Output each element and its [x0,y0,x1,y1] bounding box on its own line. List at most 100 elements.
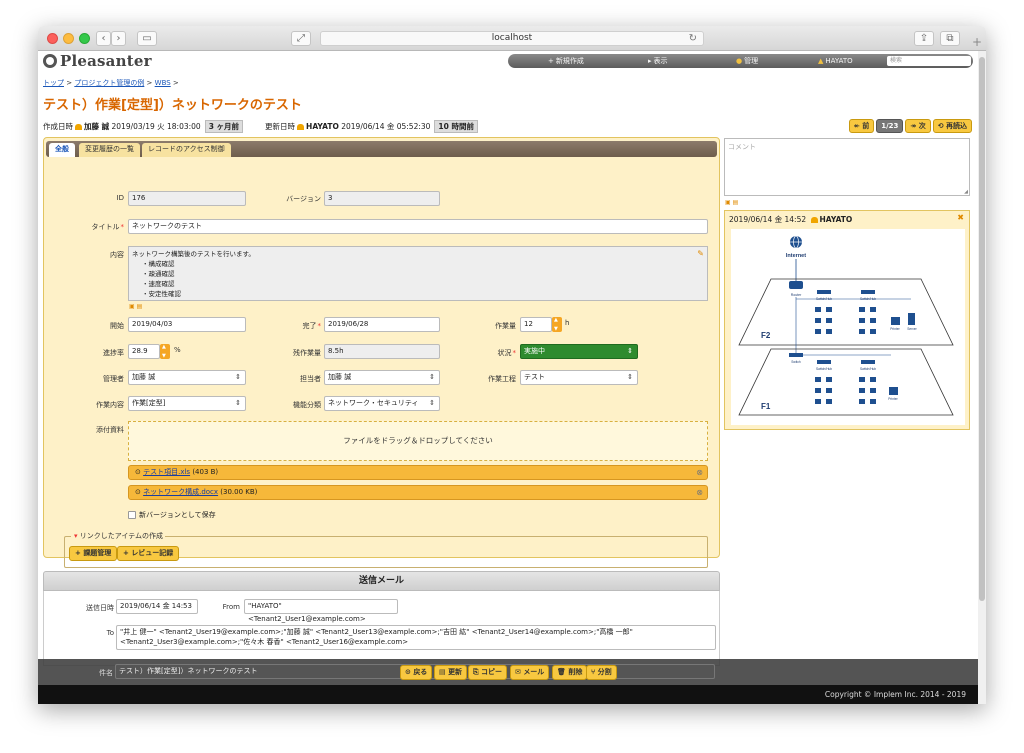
navbar: + 新規作成 ▸ 表示 ● 管理 ▲ HAYATO 検索 [508,54,973,68]
work-stepper[interactable] [552,317,562,332]
nav-user[interactable]: ▲ HAYATO [818,57,853,65]
title-input[interactable]: ネットワークのテスト [128,219,708,234]
nav-manage[interactable]: ● 管理 [736,56,758,66]
tab-strip: 全般 変更履歴の一覧 レコードのアクセス制御 [46,141,717,157]
tab-overview-icon[interactable]: ⤢ [291,31,311,46]
progress-unit: % [174,346,181,354]
sidebar-icon[interactable]: ▭ [137,31,157,46]
logo[interactable]: Pleasanter [43,52,152,70]
update-button[interactable]: ▤ 更新 [434,665,468,680]
nav-view[interactable]: ▸ 表示 [648,56,668,66]
sent-mail-header: 送信メール [43,571,720,591]
user-icon: ▲ [818,57,824,65]
minimize-window-button[interactable] [63,33,74,44]
attachment-link[interactable]: テスト項目.xls [143,468,190,476]
reload-icon[interactable]: ↻ [689,32,697,45]
sent-mail-panel: 送信日時 2019/06/14 金 14:53 From "HAYATO" <T… [43,591,720,666]
mail-button[interactable]: ✉ メール [510,665,550,680]
create-review-label: レビュー記録 [131,549,174,557]
action-bar: 件名 テスト）作業[定型]）ネットワークのテスト ⊙ 戻る ▤ 更新 ⎘ コピー… [38,659,978,685]
reload-button[interactable]: ⟲ 再読込 [932,119,972,133]
attachments-label: 添付資料 [96,426,124,434]
network-diagram-image: Internet F2 Router Switch/Hub Switch/Hub [731,229,965,425]
manager-select[interactable]: 加藤 誠 [128,370,246,385]
user-icon [297,123,305,130]
delete-button[interactable]: 🗑 削除 [552,665,588,680]
remove-attachment-icon[interactable]: ⊗ [696,486,703,499]
copy-label: コピー [481,668,503,676]
user-icon [810,216,818,223]
copy-button[interactable]: ⎘ コピー [468,665,508,680]
comment-author[interactable]: HAYATO [820,215,853,224]
image-attach-icon[interactable]: ▣ ▤ [129,303,142,310]
breadcrumb-top[interactable]: トップ [43,79,64,87]
tab-access-control[interactable]: レコードのアクセス制御 [142,143,231,157]
server-label: Server [907,327,917,331]
title-label: タイトル* [91,223,125,231]
version-field: 3 [324,191,440,206]
title-label-text: タイトル [91,223,120,231]
progress-stepper[interactable] [160,344,170,359]
comment-image-icon[interactable]: ▣ ▤ [725,199,738,206]
new-tab-icon[interactable]: + [972,35,986,51]
back-icon[interactable]: ‹ [96,31,111,46]
comment-card: 2019/06/14 金 14:52 HAYATO ✖ Internet F2 … [724,210,970,430]
status-select[interactable]: 実施中 [520,344,638,359]
pencil-icon[interactable]: ✎ [697,249,704,259]
attachment-link[interactable]: ネットワーク構成.docx [143,488,218,496]
breadcrumb-wbs[interactable]: WBS [155,79,171,87]
body-line: ・安定性確認 [142,290,181,298]
sent-at-label: 送信日時 [86,604,114,612]
comment-input[interactable]: コメント [724,138,970,196]
progress-input[interactable]: 28.9 [128,344,160,359]
created-by[interactable]: 加藤 誠 [84,121,109,132]
status-label: 状況* [497,349,517,357]
split-button[interactable]: ⑂ 分割 [586,665,617,680]
nav-new-label: 新規作成 [555,57,584,65]
updated-by[interactable]: HAYATO [306,122,339,131]
owner-select[interactable]: 加藤 誠 [324,370,440,385]
nav-new[interactable]: + 新規作成 [548,56,584,66]
prev-button[interactable]: ↞ 前 [848,119,875,133]
scroll-thumb[interactable] [979,57,985,601]
nav-view-label: 表示 [653,57,668,65]
editor-panel: 全般 変更履歴の一覧 レコードのアクセス制御 ID 176 バージョン 3 タイ… [43,137,720,568]
delete-comment-icon[interactable]: ✖ [957,213,964,222]
search-input[interactable]: 検索 [887,56,971,66]
body-textarea[interactable]: ネットワーク構築後のテストを行います。 ・構成確認 ・疎通確認 ・速度確認 ・安… [128,246,708,301]
work-input[interactable]: 12 [520,317,552,332]
tab-general[interactable]: 全般 [49,143,75,157]
from-label: From [222,603,240,611]
page-scrollbar[interactable] [978,51,986,704]
new-version-option: 新バージョンとして保存 [128,510,216,520]
remove-attachment-icon[interactable]: ⊗ [696,466,703,479]
close-window-button[interactable] [47,33,58,44]
body-line: ・速度確認 [142,280,175,288]
nav-user-label: HAYATO [825,57,853,65]
switch-hub-label: Switch/Hub [860,297,876,301]
next-button[interactable]: ↠ 次 [905,119,931,133]
category-select[interactable]: ネットワーク・セキュリティ [324,396,440,411]
tabs-icon[interactable]: ⧉ [940,31,960,46]
start-date-input[interactable]: 2019/04/03 [128,317,246,332]
zoom-window-button[interactable] [79,33,90,44]
work-content-select[interactable]: 作業[定型] [128,396,246,411]
update-label: 更新 [448,668,463,676]
updated-at: 2019/06/14 金 05:52:30 [341,122,431,131]
body-label: 内容 [110,251,124,259]
browser-titlebar: ‹ › ▭ ⤢ localhost ↻ ⇪ ⧉ + [38,26,986,51]
file-drop-zone[interactable]: ファイルをドラッグ＆ドロップしてください [128,421,708,461]
process-select[interactable]: テスト [520,370,638,385]
tab-history[interactable]: 変更履歴の一覧 [79,143,140,157]
forward-icon[interactable]: › [111,31,126,46]
share-icon[interactable]: ⇪ [914,31,934,46]
delete-label: 削除 [568,668,583,676]
address-bar[interactable]: localhost ↻ [320,31,704,46]
breadcrumb-project[interactable]: プロジェクト管理の例 [74,79,144,87]
new-version-checkbox[interactable] [128,511,136,519]
create-issue-button[interactable]: + 課題管理 [69,546,118,561]
browser-window: ‹ › ▭ ⤢ localhost ↻ ⇪ ⧉ + Pleasanter + 新… [38,26,986,704]
create-review-button[interactable]: + レビュー記録 [117,546,180,561]
end-date-input[interactable]: 2019/06/28 [324,317,440,332]
back-button[interactable]: ⊙ 戻る [400,665,433,680]
